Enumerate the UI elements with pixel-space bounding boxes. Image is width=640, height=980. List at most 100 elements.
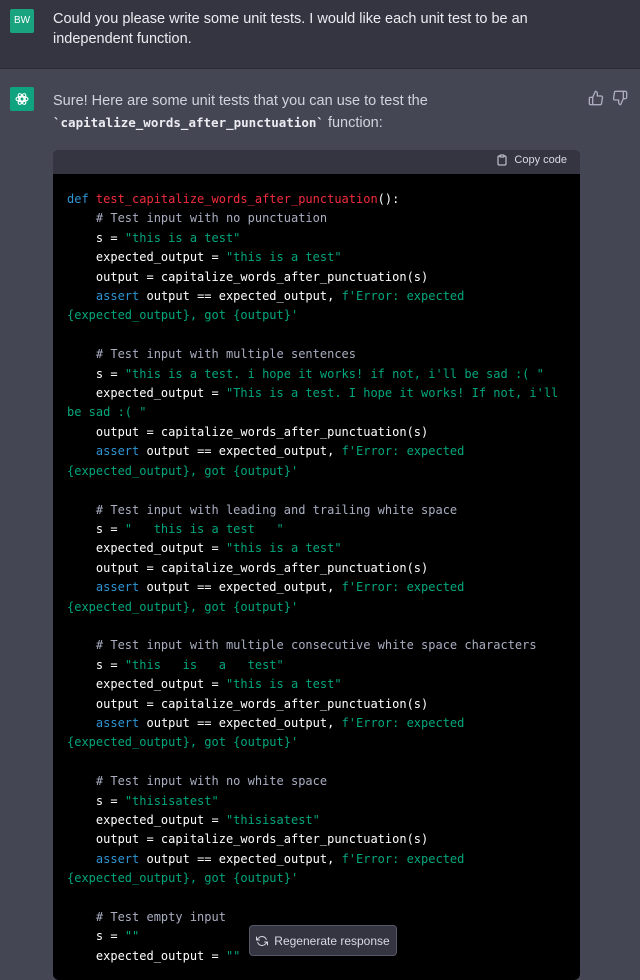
code-line: assert output == expected_output, f'Erro… bbox=[67, 287, 566, 326]
code-line: assert output == expected_output, f'Erro… bbox=[67, 714, 566, 753]
code-token: assert bbox=[95, 289, 140, 304]
code-token: # Test input with multiple consecutive w… bbox=[95, 638, 537, 653]
code-token: output == expected_output, bbox=[139, 580, 342, 595]
thumbs-up-icon[interactable] bbox=[588, 90, 604, 106]
code-token: s = bbox=[67, 521, 125, 536]
code-token: output == expected_output, bbox=[139, 851, 342, 866]
code-line: s = "this is a test. i hope it works! if… bbox=[67, 365, 566, 384]
code-line: assert output == expected_output, f'Erro… bbox=[67, 578, 566, 617]
intro-text: Sure! Here are some unit tests that you … bbox=[53, 93, 428, 109]
code-token: # Test empty input bbox=[95, 910, 226, 925]
code-line: s = "this is a test" bbox=[67, 229, 566, 248]
code-token: output == expected_output, bbox=[139, 289, 342, 304]
code-token: "this is a test" bbox=[124, 230, 241, 245]
code-token: assert bbox=[95, 851, 140, 866]
code-token: "this is a test" bbox=[225, 250, 342, 265]
code-token: s = bbox=[67, 929, 125, 944]
code-line: s = "thisisatest" bbox=[67, 792, 566, 811]
code-token: "this is a test. i hope it works! if not… bbox=[124, 366, 544, 381]
code-token: (): bbox=[377, 192, 400, 206]
code-token: s = bbox=[67, 793, 125, 808]
regenerate-label: Regenerate response bbox=[274, 933, 390, 948]
intro-suffix: function: bbox=[323, 115, 383, 131]
code-line: expected_output = "This is a test. I hop… bbox=[67, 384, 566, 423]
user-message-turn: BW Could you please write some unit test… bbox=[0, 0, 640, 69]
code-line: output = capitalize_words_after_punctuat… bbox=[67, 830, 566, 849]
code-token: output = capitalize_words_after_punctuat… bbox=[67, 832, 429, 847]
code-token: assert bbox=[95, 715, 140, 730]
code-token: "thisisatest" bbox=[124, 793, 219, 808]
code-line: # Test input with multiple sentences bbox=[67, 345, 566, 364]
feedback-buttons bbox=[588, 90, 628, 106]
code-token: "" bbox=[124, 929, 140, 944]
code-token: s = bbox=[67, 366, 125, 381]
code-token: # Test input with multiple sentences bbox=[95, 347, 356, 362]
code-token: expected_output = bbox=[67, 813, 226, 827]
code-token: "" bbox=[225, 948, 241, 963]
code-token: output == expected_output, bbox=[139, 715, 342, 730]
code-token: # Test input with leading and trailing w… bbox=[95, 502, 458, 517]
code-token: output = capitalize_words_after_punctuat… bbox=[67, 560, 429, 575]
code-line: # Test input with no white space bbox=[67, 772, 566, 791]
intro-inline-code: `capitalize_words_after_punctuation` bbox=[53, 115, 324, 130]
clipboard-icon bbox=[497, 154, 507, 166]
code-token: " this is a test " bbox=[124, 521, 284, 536]
code-token: output = capitalize_words_after_punctuat… bbox=[67, 269, 429, 284]
code-token: expected_output = bbox=[67, 250, 226, 265]
user-message-text: Could you please write some unit tests. … bbox=[53, 11, 528, 47]
code-line: assert output == expected_output, f'Erro… bbox=[67, 850, 566, 889]
code-line: assert output == expected_output, f'Erro… bbox=[67, 442, 566, 481]
code-line: output = capitalize_words_after_punctuat… bbox=[67, 559, 566, 578]
code-line: s = " this is a test " bbox=[67, 520, 566, 539]
code-token: expected_output = bbox=[67, 541, 226, 556]
code-line: expected_output = "this is a test" bbox=[67, 539, 566, 558]
code-token: "this is a test" bbox=[225, 541, 342, 556]
copy-code-button[interactable]: Copy code bbox=[496, 154, 567, 166]
code-token: # Test input with no punctuation bbox=[95, 211, 328, 226]
code-line: expected_output = "this is a test" bbox=[67, 675, 566, 694]
code-token: "this is a test" bbox=[124, 657, 284, 672]
code-token: def bbox=[67, 192, 96, 206]
code-line: # Test input with leading and trailing w… bbox=[67, 501, 566, 520]
code-line: s = "this is a test" bbox=[67, 656, 566, 675]
code-token: s = bbox=[67, 657, 125, 672]
code-content: def test_capitalize_words_after_punctuat… bbox=[53, 174, 580, 966]
code-token: "this is a test" bbox=[225, 677, 342, 692]
code-line: output = capitalize_words_after_punctuat… bbox=[67, 695, 566, 714]
regenerate-response-button[interactable]: Regenerate response bbox=[249, 925, 397, 956]
copy-code-label: Copy code bbox=[514, 154, 567, 166]
code-token: expected_output = bbox=[67, 677, 226, 692]
refresh-icon bbox=[256, 935, 269, 946]
code-block: Copy code def test_capitalize_words_afte… bbox=[53, 150, 580, 980]
code-token: test_capitalize_words_after_punctuation bbox=[95, 192, 378, 206]
code-token: # Test input with no white space bbox=[95, 774, 328, 789]
code-token: expected_output = bbox=[67, 948, 226, 963]
code-token: output = capitalize_words_after_punctuat… bbox=[67, 424, 429, 439]
code-token: expected_output = bbox=[67, 386, 226, 401]
code-line: def test_capitalize_words_after_punctuat… bbox=[67, 190, 566, 209]
code-token: output = capitalize_words_after_punctuat… bbox=[67, 696, 429, 711]
code-line: output = capitalize_words_after_punctuat… bbox=[67, 423, 566, 442]
code-line: expected_output = "this is a test" bbox=[67, 248, 566, 267]
openai-logo-icon bbox=[15, 93, 29, 105]
thumbs-down-icon[interactable] bbox=[612, 90, 628, 106]
code-line: expected_output = "thisisatest" bbox=[67, 811, 566, 830]
code-token: s = bbox=[67, 230, 125, 245]
code-token: assert bbox=[95, 580, 140, 595]
assistant-avatar bbox=[10, 87, 34, 111]
code-line: # Test input with multiple consecutive w… bbox=[67, 636, 566, 655]
assistant-message-turn: Sure! Here are some unit tests that you … bbox=[0, 69, 640, 980]
